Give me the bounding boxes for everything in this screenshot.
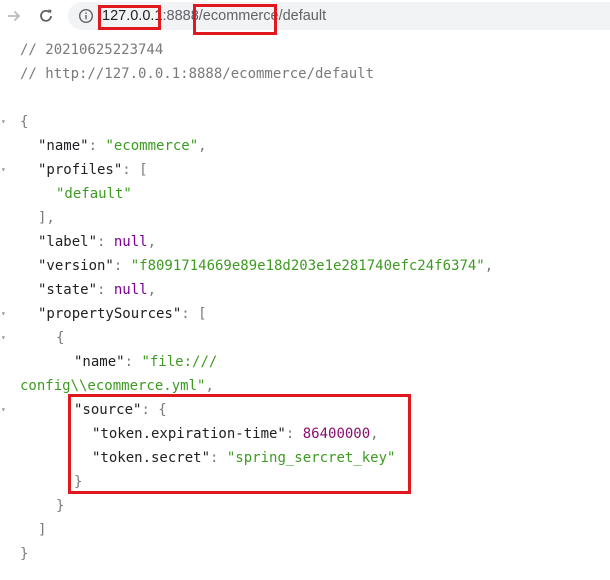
json-value: "f8091714669e89e18d203e1e281740efc24f637… [130, 258, 485, 274]
json-key: "propertySources" [38, 306, 182, 322]
json-close-brace: } [20, 546, 29, 562]
json-key: "version" [38, 258, 114, 274]
collapse-triangle-icon[interactable]: ▾ [1, 405, 11, 415]
json-open-brace: { [56, 330, 65, 346]
json-line-property-sources: "propertySources": [ [38, 306, 207, 322]
json-line-ps-name: "name": "file:/// [74, 354, 218, 370]
json-line-profile-item: "default" [56, 182, 132, 206]
json-key: "name" [74, 354, 125, 370]
json-line-name: "name": "ecommerce", [38, 138, 207, 154]
comment-timestamp-text: // 20210625223744 [20, 42, 164, 58]
json-value: null [113, 234, 148, 250]
json-value: "default" [56, 186, 132, 202]
json-open-brace: { [20, 114, 29, 130]
host-highlight-box [98, 5, 161, 30]
comment-url-text: // http://127.0.0.1:8888/ecommerce/defau… [20, 66, 375, 82]
json-value: null [113, 282, 148, 298]
comment-timestamp: // 20210625223744 [20, 38, 163, 62]
collapse-triangle-icon[interactable]: ▾ [1, 309, 11, 319]
collapse-triangle-icon[interactable]: ▾ [1, 165, 11, 175]
json-close-brace: } [56, 498, 65, 514]
json-close-bracket: ] [38, 522, 47, 538]
reload-icon[interactable] [32, 2, 60, 30]
json-line-label: "label": null, [38, 234, 157, 250]
source-highlight-box [68, 394, 411, 494]
json-line-profiles: "profiles": [ [38, 162, 148, 178]
json-line-version: "version": "f8091714669e89e18d203e1e2817… [38, 258, 494, 274]
info-icon[interactable] [78, 8, 94, 24]
browser-toolbar: 127.0.0.1:8888/ecommerce/default [0, 0, 610, 35]
path-highlight-box [193, 4, 277, 35]
json-value: config\\ecommerce.yml" [20, 378, 206, 394]
url-path-profile: /default [278, 8, 327, 24]
collapse-triangle-icon[interactable]: ▾ [1, 117, 11, 127]
collapse-triangle-icon[interactable]: ▾ [1, 333, 11, 343]
json-close-bracket: ], [38, 210, 55, 226]
comment-url: // http://127.0.0.1:8888/ecommerce/defau… [20, 62, 374, 86]
json-key: "name" [38, 138, 89, 154]
json-key: "label" [38, 234, 98, 250]
json-value: "file:/// [141, 354, 218, 370]
json-line-state: "state": null, [38, 282, 157, 298]
json-viewer: // 20210625223744 // http://127.0.0.1:88… [0, 33, 610, 580]
json-key: "state" [38, 282, 98, 298]
json-key: "profiles" [38, 162, 123, 178]
json-value: "ecommerce" [105, 138, 199, 154]
forward-arrow-icon[interactable] [0, 2, 28, 30]
